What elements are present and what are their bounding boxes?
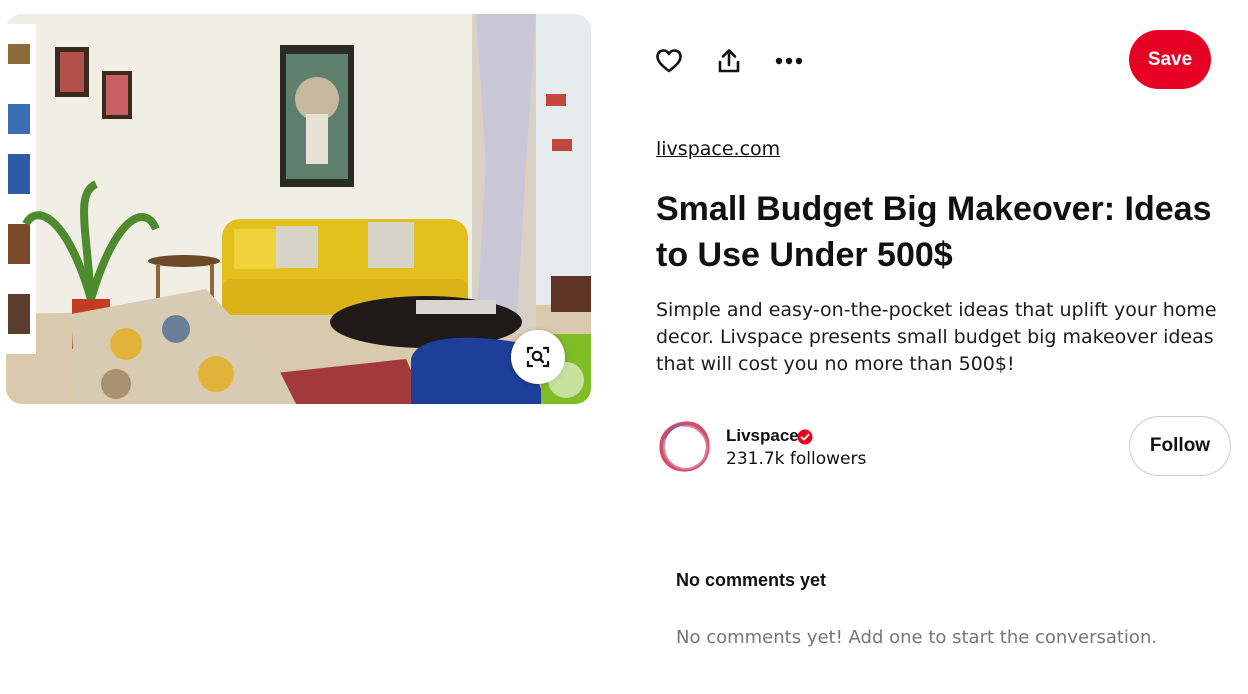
- creator-name[interactable]: Livspace: [726, 426, 799, 446]
- living-room-photo: [6, 14, 591, 404]
- comments-empty-message: No comments yet! Add one to start the co…: [676, 627, 1158, 648]
- follower-count: 231.7k followers: [726, 449, 867, 469]
- comments-heading: No comments yet: [676, 570, 827, 590]
- more-icon: [775, 57, 803, 65]
- save-button[interactable]: Save: [1129, 30, 1211, 89]
- share-button[interactable]: [708, 40, 750, 82]
- pin-action-bar: Save: [648, 30, 1228, 90]
- pin-image[interactable]: [6, 14, 591, 404]
- like-button[interactable]: [648, 40, 690, 82]
- verified-badge-icon: [797, 429, 813, 445]
- creator-avatar[interactable]: [656, 418, 714, 476]
- more-options-button[interactable]: [768, 40, 810, 82]
- source-link[interactable]: livspace.com: [656, 138, 780, 160]
- heart-icon: [656, 49, 682, 73]
- creator-card: Livspace 231.7k followers Follow: [656, 416, 1231, 476]
- follow-button[interactable]: Follow: [1129, 416, 1231, 476]
- pin-description: Simple and easy-on-the-pocket ideas that…: [656, 299, 1217, 375]
- corner-badge: [548, 362, 584, 398]
- share-icon: [718, 49, 740, 73]
- pin-title: Small Budget Big Makeover: Ideas to Use …: [656, 190, 1212, 274]
- visual-search-icon: [526, 346, 550, 368]
